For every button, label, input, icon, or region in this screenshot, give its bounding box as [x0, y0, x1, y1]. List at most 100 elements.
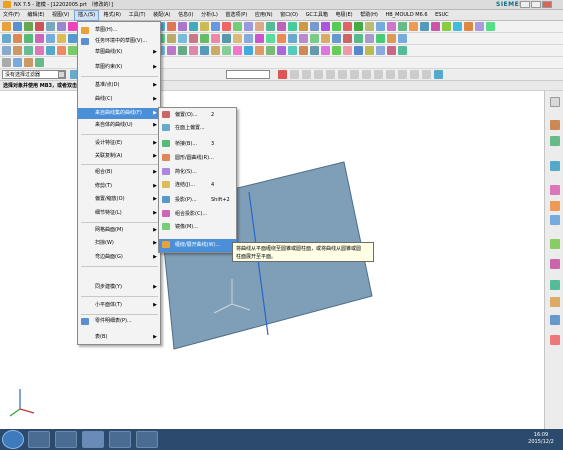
blend-icon[interactable]: [189, 22, 198, 31]
front-view-icon[interactable]: [57, 46, 66, 55]
wcs-icon[interactable]: [409, 22, 418, 31]
submenu-item-combined-project[interactable]: 组合投影(C)...: [159, 208, 237, 221]
law-extension-icon[interactable]: [189, 34, 198, 43]
menu-item-sync-modeling[interactable]: 同步建模(Y) ▶: [78, 282, 161, 293]
menu-file[interactable]: 文件(F): [0, 10, 23, 21]
pan-icon[interactable]: [376, 22, 385, 31]
process-studio-icon[interactable]: [550, 259, 560, 269]
mid-point-icon[interactable]: [302, 70, 311, 79]
top-view-icon[interactable]: [46, 46, 55, 55]
divide-face-icon[interactable]: [288, 34, 297, 43]
menu-view[interactable]: 视图(V): [49, 10, 72, 21]
section-icon[interactable]: [321, 22, 330, 31]
lighting-icon[interactable]: [200, 46, 209, 55]
fit-icon[interactable]: [343, 22, 352, 31]
menu-item-flange-surface[interactable]: 弯边曲面(G) ▶: [78, 252, 161, 263]
match-edge-icon[interactable]: [332, 34, 341, 43]
submenu-item-join[interactable]: 连结(J)... 4: [159, 179, 237, 192]
cube-icon[interactable]: [376, 46, 385, 55]
silhouette-icon[interactable]: [343, 34, 352, 43]
hide-icon[interactable]: [431, 22, 440, 31]
menu-item-table[interactable]: 表(B) ▶: [78, 332, 161, 343]
background-icon[interactable]: [211, 46, 220, 55]
layer-icon[interactable]: [398, 22, 407, 31]
tape-icon[interactable]: [24, 58, 33, 67]
menu-item-sketch[interactable]: 草图(H)...: [78, 25, 161, 36]
blank-icon[interactable]: [266, 46, 275, 55]
menu-item-combine[interactable]: 组合(B) ▶: [78, 167, 161, 178]
roles-icon[interactable]: [550, 297, 560, 307]
reuse-library-icon[interactable]: [550, 161, 560, 171]
shaded-icon[interactable]: [13, 46, 22, 55]
inspect-icon[interactable]: [13, 58, 22, 67]
offset-face-icon[interactable]: [288, 22, 297, 31]
styled-blend-icon[interactable]: [365, 34, 374, 43]
menu-item-sketch-constraint[interactable]: 草图约束(K) ▶: [78, 62, 161, 73]
intersect-icon[interactable]: [244, 22, 253, 31]
bounded-grid-icon[interactable]: [398, 70, 407, 79]
box-icon[interactable]: [310, 46, 319, 55]
existing-point-icon[interactable]: [362, 70, 371, 79]
point-on-curve-icon[interactable]: [374, 70, 383, 79]
taskbar-app-search-icon[interactable]: [28, 431, 50, 448]
n-sided-icon[interactable]: [178, 34, 187, 43]
face-analysis-icon[interactable]: [35, 46, 44, 55]
render-icon[interactable]: [332, 22, 341, 31]
camera-icon[interactable]: [222, 46, 231, 55]
help-icon[interactable]: [453, 22, 462, 31]
thicken-icon[interactable]: [244, 34, 253, 43]
true-shading-icon[interactable]: [189, 46, 198, 55]
arc-icon[interactable]: [24, 34, 33, 43]
color-icon[interactable]: [288, 46, 297, 55]
unite-icon[interactable]: [222, 22, 231, 31]
menu-preferences[interactable]: 首选项(P): [222, 10, 250, 21]
menu-format[interactable]: 格式(R): [101, 10, 124, 21]
undo-icon[interactable]: [68, 22, 77, 31]
cut-icon[interactable]: [35, 22, 44, 31]
new-icon[interactable]: [2, 22, 11, 31]
menu-item-parts-list[interactable]: 零件明细表(P)...: [78, 316, 161, 327]
menu-item-sketch-curve[interactable]: 草图曲线(K) ▶: [78, 47, 161, 58]
pattern-icon[interactable]: [277, 22, 286, 31]
offset-surface-icon[interactable]: [200, 34, 209, 43]
submenu-item-wrap-unwrap[interactable]: 缠绕/展开曲线(W)...: [159, 239, 237, 252]
snap-icon[interactable]: [244, 46, 253, 55]
palette-icon[interactable]: [550, 335, 560, 345]
block-icon[interactable]: [365, 46, 374, 55]
global-shaping-icon[interactable]: [376, 34, 385, 43]
right-view-icon[interactable]: [68, 46, 77, 55]
save-icon[interactable]: [24, 22, 33, 31]
angle-icon[interactable]: [35, 58, 44, 67]
invert-icon[interactable]: [277, 46, 286, 55]
taskbar-clock[interactable]: 16:09 2015/12/2: [522, 432, 560, 446]
point-snap-icon[interactable]: [278, 70, 287, 79]
submenu-item-offset[interactable]: 偏置(O)... 2: [159, 109, 237, 122]
sew-icon[interactable]: [222, 34, 231, 43]
cube2-icon[interactable]: [387, 46, 396, 55]
type-filter-dropdown[interactable]: 没有选择过滤器: [2, 70, 66, 79]
menu-item-design-feature[interactable]: 设计特征(E) ▶: [78, 138, 161, 149]
restore-icon[interactable]: [167, 46, 176, 55]
taskbar-app-nx-icon[interactable]: [55, 431, 77, 448]
studio-icon[interactable]: [24, 46, 33, 55]
part-navigator-icon[interactable]: [550, 136, 560, 146]
end-point-icon[interactable]: [290, 70, 299, 79]
manufacturing-wizard-icon[interactable]: [550, 280, 560, 290]
menu-item-curve-from-curves[interactable]: 来自曲线集的曲线(F) ▶: [78, 108, 161, 119]
menu-information[interactable]: 信息(I): [175, 10, 196, 21]
electrode-icon[interactable]: [475, 22, 484, 31]
sphere-icon[interactable]: [343, 46, 352, 55]
snap-point-dropdown[interactable]: [226, 70, 270, 79]
minimize-button[interactable]: [520, 1, 530, 8]
menu-item-offset-scale[interactable]: 偏置/缩放(O) ▶: [78, 194, 161, 205]
paste-icon[interactable]: [57, 22, 66, 31]
intersection-point-icon[interactable]: [326, 70, 335, 79]
assembly-navigator-icon[interactable]: [550, 120, 560, 130]
groove-icon[interactable]: [178, 22, 187, 31]
submenu-item-mirror[interactable]: 镜像(M)...: [159, 221, 237, 234]
wireframe-icon[interactable]: [2, 46, 11, 55]
edit-surface-icon[interactable]: [310, 34, 319, 43]
menu-item-facet-body[interactable]: 小平面体(T) ▶: [78, 300, 161, 311]
untrim-icon[interactable]: [299, 34, 308, 43]
zoom-icon[interactable]: [354, 22, 363, 31]
